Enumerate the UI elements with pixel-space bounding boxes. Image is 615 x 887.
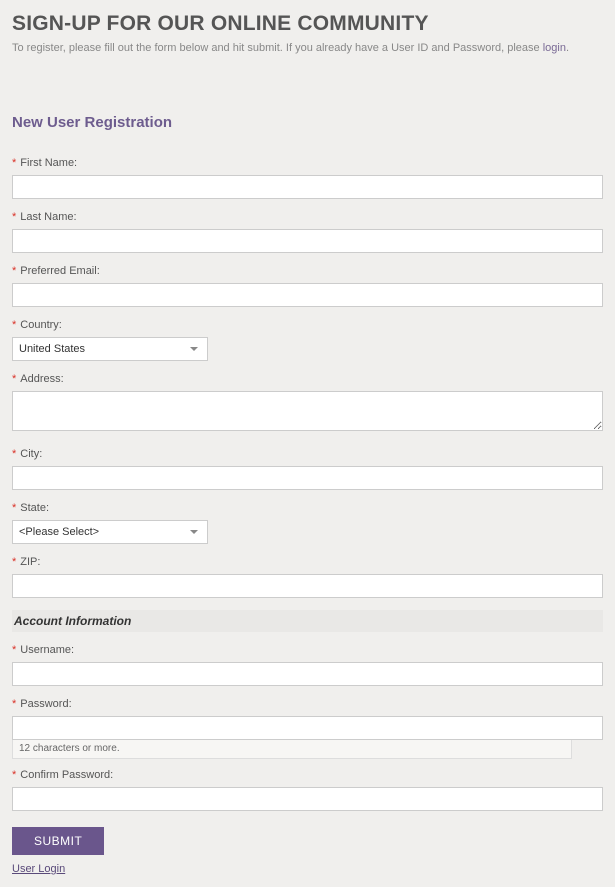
intro-suffix: . [566, 42, 569, 54]
page-title: SIGN-UP FOR OUR ONLINE COMMUNITY [12, 12, 603, 36]
username-label: Username: [20, 644, 74, 656]
required-marker: * [12, 769, 16, 781]
intro-prefix: To register, please fill out the form be… [12, 42, 543, 54]
username-input[interactable] [12, 662, 603, 686]
state-label: State: [20, 502, 49, 514]
first-name-label: First Name: [20, 157, 77, 169]
required-marker: * [12, 556, 16, 568]
required-marker: * [12, 157, 16, 169]
required-marker: * [12, 698, 16, 710]
city-label: City: [20, 448, 42, 460]
preferred-email-label: Preferred Email: [20, 265, 99, 277]
zip-label: ZIP: [20, 556, 40, 568]
country-label: Country: [20, 319, 62, 331]
address-input[interactable] [12, 391, 603, 431]
preferred-email-input[interactable] [12, 283, 603, 307]
login-link[interactable]: login [543, 42, 566, 54]
password-hint: 12 characters or more. [12, 739, 572, 759]
required-marker: * [12, 502, 16, 514]
account-info-header: Account Information [12, 610, 603, 632]
section-title: New User Registration [12, 114, 603, 131]
submit-button[interactable]: SUBMIT [12, 827, 104, 855]
required-marker: * [12, 319, 16, 331]
required-marker: * [12, 211, 16, 223]
user-login-link[interactable]: User Login [12, 863, 603, 875]
zip-input[interactable] [12, 574, 603, 598]
required-marker: * [12, 448, 16, 460]
password-label: Password: [20, 698, 71, 710]
required-marker: * [12, 265, 16, 277]
last-name-input[interactable] [12, 229, 603, 253]
first-name-input[interactable] [12, 175, 603, 199]
intro-text: To register, please fill out the form be… [12, 42, 603, 54]
required-marker: * [12, 373, 16, 385]
password-input[interactable] [12, 716, 603, 740]
address-label: Address: [20, 373, 63, 385]
required-marker: * [12, 644, 16, 656]
confirm-password-label: Confirm Password: [20, 769, 113, 781]
city-input[interactable] [12, 466, 603, 490]
state-select[interactable]: <Please Select> [12, 520, 208, 544]
last-name-label: Last Name: [20, 211, 76, 223]
country-select[interactable]: United States [12, 337, 208, 361]
confirm-password-input[interactable] [12, 787, 603, 811]
